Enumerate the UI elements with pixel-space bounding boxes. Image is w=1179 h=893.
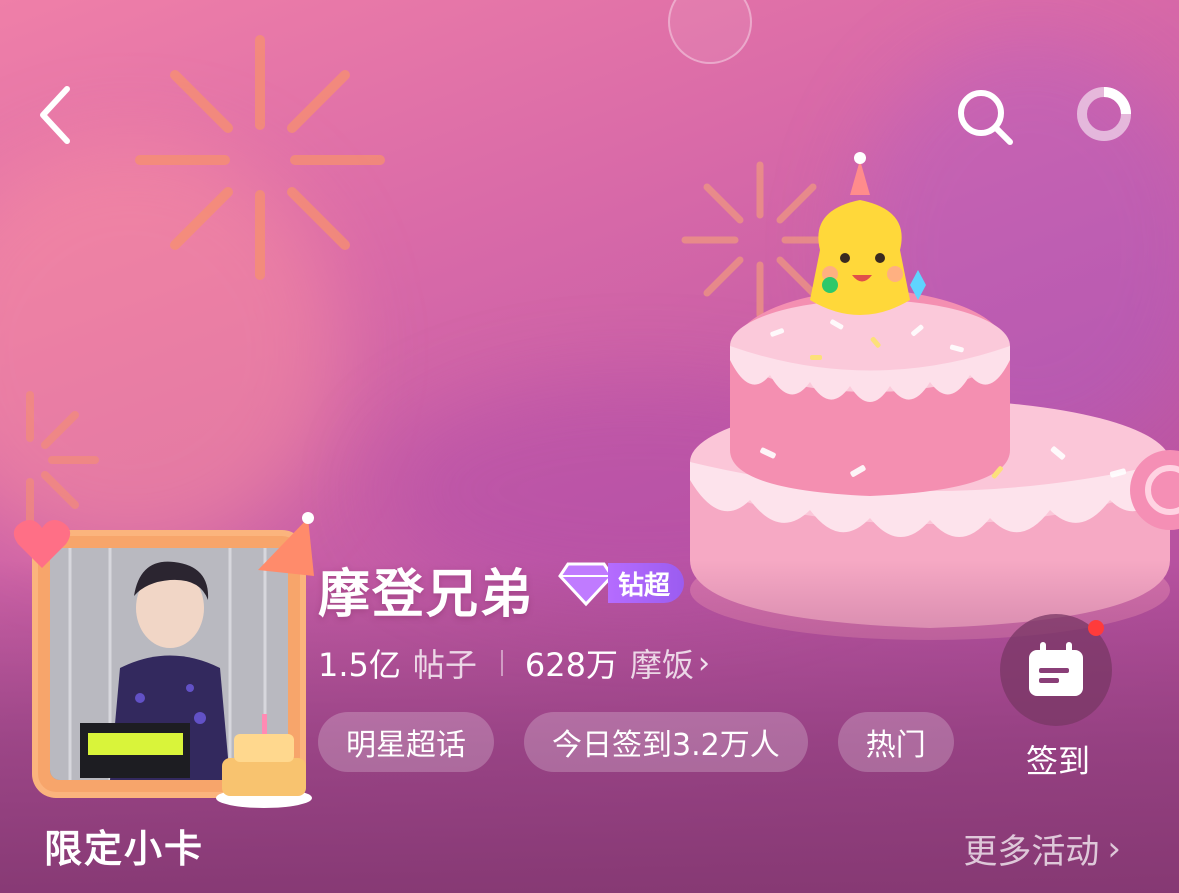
super-fan-badge[interactable]: 钻超 bbox=[558, 560, 685, 607]
search-button[interactable] bbox=[952, 84, 1018, 150]
more-activities-link[interactable]: 更多活动 › bbox=[963, 824, 1121, 873]
stats-divider bbox=[500, 650, 503, 676]
back-button[interactable] bbox=[30, 80, 80, 150]
posts-count: 1.5亿 bbox=[318, 646, 401, 684]
diamond-icon bbox=[558, 562, 614, 607]
posts-unit: 帖子 bbox=[412, 646, 477, 684]
notification-dot bbox=[1088, 620, 1104, 636]
tag-hot[interactable]: 热门 bbox=[837, 712, 954, 772]
topic-stats: 1.5亿 帖子 628万 摩饭 › bbox=[318, 640, 710, 686]
firework-decoration bbox=[26, 391, 99, 529]
firework-decoration bbox=[135, 35, 385, 280]
topic-avatar[interactable] bbox=[12, 510, 318, 810]
fans-link[interactable]: 628万 摩饭 › bbox=[525, 640, 710, 686]
section-title: 限定小卡 bbox=[44, 827, 205, 871]
chevron-right-icon: › bbox=[698, 645, 711, 681]
super-topic-page: 摩登兄弟 钻超 1.5亿 帖子 628万 摩饭 › 明星超话 今日签到3.2万人… bbox=[0, 0, 1179, 893]
heart-icon bbox=[13, 520, 71, 568]
gift-bubble-decoration bbox=[668, 0, 752, 64]
topic-title: 摩登兄弟 bbox=[318, 565, 535, 625]
loading-ring-icon bbox=[1077, 87, 1131, 141]
chevron-right-icon: › bbox=[1107, 828, 1121, 869]
calendar-icon bbox=[1029, 642, 1083, 696]
search-icon bbox=[958, 90, 1013, 145]
checkin-button[interactable] bbox=[1000, 614, 1112, 726]
tag-star-topic[interactable]: 明星超话 bbox=[318, 712, 494, 772]
tag-checkin-count[interactable]: 今日签到3.2万人 bbox=[524, 712, 808, 772]
mini-cake-icon bbox=[216, 714, 312, 808]
party-hat-icon bbox=[258, 512, 314, 576]
fans-unit: 摩饭 bbox=[630, 646, 695, 684]
more-activities-label: 更多活动 bbox=[963, 832, 1100, 872]
more-button[interactable] bbox=[1072, 82, 1136, 146]
checkin-label[interactable]: 签到 bbox=[1026, 736, 1090, 782]
badge-label: 钻超 bbox=[608, 563, 685, 603]
fans-count: 628万 bbox=[524, 646, 619, 684]
chevron-left-icon bbox=[40, 86, 70, 144]
topic-tags: 明星超话 今日签到3.2万人 热门 bbox=[318, 712, 988, 774]
